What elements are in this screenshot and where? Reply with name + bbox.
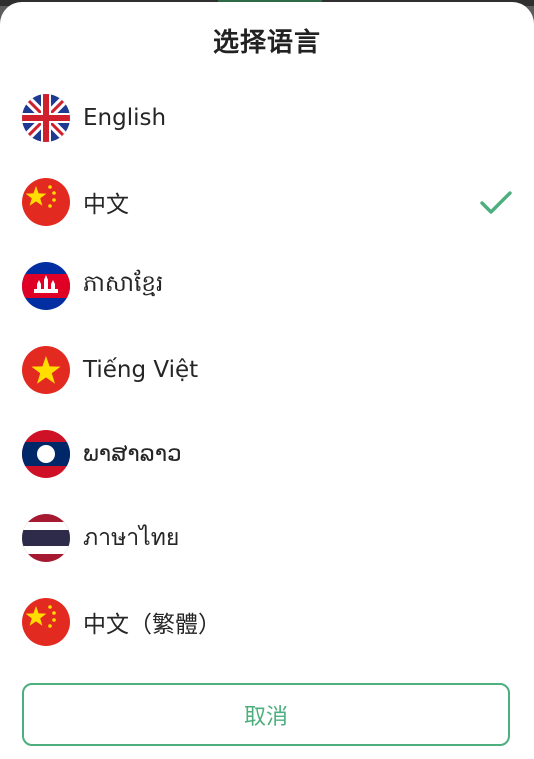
cancel-button[interactable]: 取消 [22, 683, 510, 746]
language-option-khmer[interactable]: ភាសាខ្មែរ [0, 244, 534, 328]
china-flag-icon [22, 178, 70, 226]
language-option-thai[interactable]: ภาษาไทย [0, 496, 534, 580]
language-dialog: 选择语言 English 中文 ភាសាខ្មែរ Tiếng Việt ພາສ… [0, 2, 534, 759]
language-label: ภาษาไทย [83, 525, 180, 551]
language-option-chinese[interactable]: 中文 [0, 160, 534, 244]
language-list: English 中文 ភាសាខ្មែរ Tiếng Việt ພາສາລາວ … [0, 76, 534, 664]
language-label: Tiếng Việt [83, 357, 199, 383]
language-label: 中文（繁體） [83, 612, 221, 638]
china-flag-icon [22, 598, 70, 646]
language-label: English [83, 105, 167, 131]
language-label: 中文 [83, 192, 129, 218]
language-option-english[interactable]: English [0, 76, 534, 160]
language-label: ພາສາລາວ [83, 441, 182, 467]
vietnam-flag-icon [22, 346, 70, 394]
language-label: ភាសាខ្មែរ [83, 270, 164, 297]
uk-flag-icon [22, 94, 70, 142]
checkmark-icon [478, 184, 514, 220]
cambodia-flag-icon [22, 262, 70, 310]
dialog-title: 选择语言 [212, 28, 321, 58]
laos-flag-icon [22, 430, 70, 478]
language-option-traditional-chinese[interactable]: 中文（繁體） [0, 580, 534, 664]
language-option-lao[interactable]: ພາສາລາວ [0, 412, 534, 496]
language-option-vietnamese[interactable]: Tiếng Việt [0, 328, 534, 412]
thailand-flag-icon [22, 514, 70, 562]
